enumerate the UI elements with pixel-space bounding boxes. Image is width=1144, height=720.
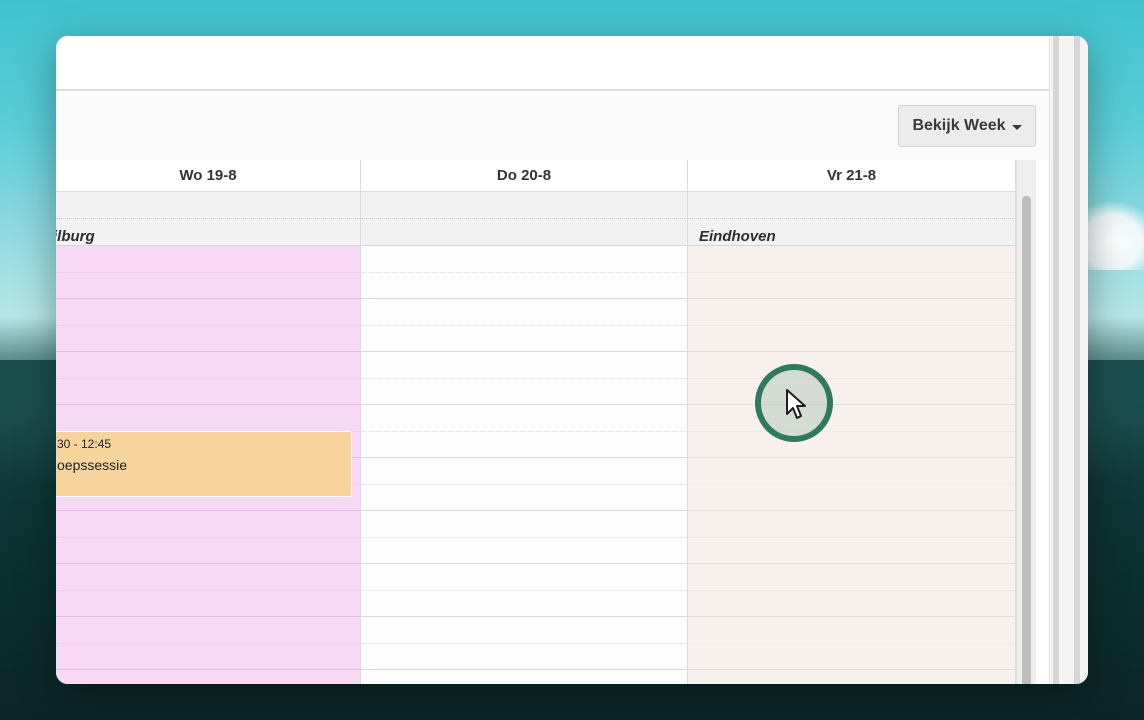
calendar-scrollbar[interactable] [1016,160,1036,684]
all-day-row[interactable]: ilburg [56,192,360,246]
day-header[interactable]: Vr 21-8 [688,160,1015,192]
time-slot[interactable] [56,352,360,405]
day-header[interactable]: Do 20-8 [361,160,687,192]
time-slot[interactable] [688,511,1015,564]
view-week-label: Bekijk Week [912,117,1006,134]
day-column-thursday: Do 20-8 [361,160,688,684]
all-day-divider [688,218,1015,219]
cursor-highlight [755,364,833,442]
location-label: ilburg [56,228,95,245]
panel-divider [1074,36,1080,684]
time-slot[interactable] [361,564,687,617]
time-slot[interactable] [688,352,1015,405]
mouse-pointer-icon [786,389,806,419]
time-slot[interactable] [688,564,1015,617]
scrollbar-thumb[interactable] [1022,196,1031,684]
time-slot[interactable] [361,458,687,511]
right-side-panel [1049,36,1088,684]
all-day-row[interactable]: Eindhoven [688,192,1015,246]
day-header[interactable]: Wo 19-8 [56,160,360,192]
time-slot[interactable] [688,405,1015,458]
app-window: Bekijk Week Wo 19-8 ilburg 30 - 12:45 oe… [56,36,1088,684]
caret-down-icon [1011,124,1022,130]
time-slot[interactable] [688,458,1015,511]
view-week-button[interactable]: Bekijk Week [898,105,1036,147]
calendar-toolbar: Bekijk Week [56,93,1049,160]
panel-divider [1053,36,1059,684]
time-slot[interactable] [56,299,360,352]
time-slots [688,246,1015,684]
time-slots: 30 - 12:45 oepssessie [56,246,360,684]
all-day-divider [361,218,687,219]
time-slot[interactable] [56,511,360,564]
time-slot[interactable] [688,617,1015,670]
event-title: oepssessie [57,457,128,473]
time-slot[interactable] [56,246,360,299]
time-slot[interactable] [361,246,687,299]
event-time: 30 - 12:45 [57,437,112,451]
time-slot[interactable] [361,511,687,564]
time-slots [361,246,687,684]
all-day-row[interactable] [361,192,687,246]
time-slot[interactable] [361,405,687,458]
top-bar [56,36,1049,91]
calendar-event[interactable]: 30 - 12:45 oepssessie [56,431,352,497]
location-label: Eindhoven [699,228,776,245]
time-slot[interactable] [56,564,360,617]
day-column-friday: Vr 21-8 Eindhoven [688,160,1016,684]
time-slot[interactable] [688,246,1015,299]
day-column-wednesday: Wo 19-8 ilburg 30 - 12:45 oepssessie [56,160,361,684]
time-slot[interactable] [688,299,1015,352]
week-calendar: Wo 19-8 ilburg 30 - 12:45 oepssessie Do … [56,160,1036,684]
time-slot[interactable] [361,299,687,352]
all-day-divider [56,218,360,219]
time-slot[interactable] [56,617,360,670]
time-slot[interactable] [361,617,687,670]
time-slot[interactable] [361,352,687,405]
